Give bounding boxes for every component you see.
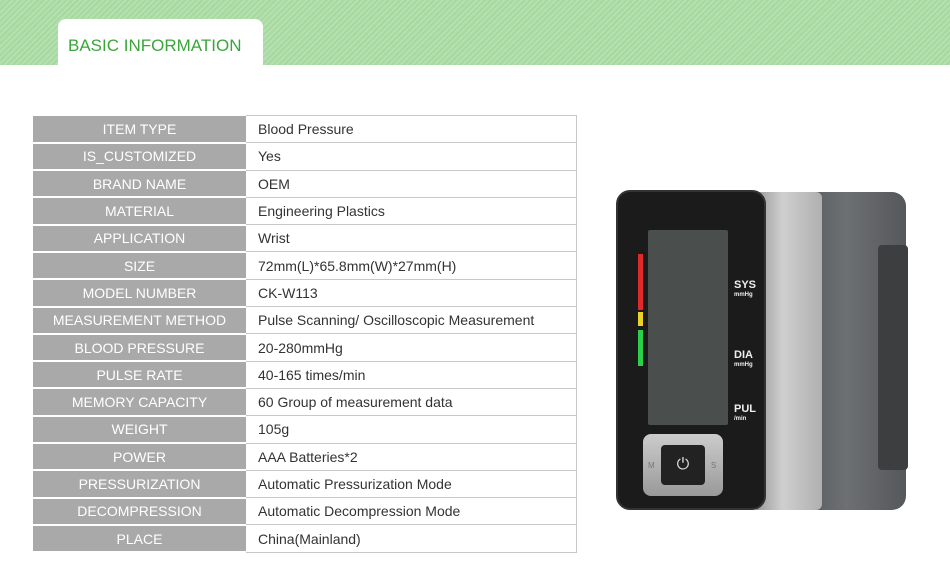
spec-label: IS_CUSTOMIZED [33,142,246,172]
spec-value: 105g [246,415,577,444]
lcd-screen [648,230,728,425]
spec-label: BLOOD PRESSURE [33,333,246,363]
spec-label: MEMORY CAPACITY [33,388,246,417]
green-indicator [638,330,643,366]
s-label: S [711,461,717,470]
spec-row: SIZE 72mm(L)*65.8mm(W)*27mm(H) [33,251,577,281]
spec-value: Engineering Plastics [246,196,577,226]
spec-row: BLOOD PRESSURE 20-280mmHg [33,333,577,363]
spec-label: PULSE RATE [33,361,246,390]
device-face: SYS mmHg DIA mmHg PUL/min M ⏻ S [616,190,766,510]
sys-label: SYS mmHg [734,279,757,299]
spec-value: CK-W113 [246,278,577,308]
spec-value: 40-165 times/min [246,360,577,389]
spec-row: ITEM TYPE Blood Pressure [33,114,577,144]
spec-row: APPLICATION Wrist [33,224,577,253]
spec-label: MATERIAL [33,197,246,226]
spec-value: Pulse Scanning/ Oscilloscopic Measuremen… [246,306,577,335]
spec-value: Automatic Decompression Mode [246,497,577,526]
spec-label: BRAND NAME [33,170,246,199]
cuff-strap [878,245,908,470]
spec-row: MEMORY CAPACITY 60 Group of measurement d… [33,387,577,417]
spec-value: Automatic Pressurization Mode [246,469,577,499]
spec-label: PLACE [33,524,246,554]
pul-label: PUL/min [734,403,756,423]
yellow-indicator [638,312,643,326]
spec-value: Blood Pressure [246,114,577,144]
spec-label: PRESSURIZATION [33,470,246,499]
dia-label: DIA mmHg [734,349,753,369]
spec-table: ITEM TYPE Blood Pressure IS_CUSTOMIZED Yes B… [33,114,577,554]
spec-value: China(Mainland) [246,524,577,553]
spec-value: 60 Group of measurement data [246,387,577,417]
spec-row: BRAND NAME OEM [33,169,577,199]
section-title: BASIC INFORMATION [68,36,242,55]
spec-row: PRESSURIZATION Automatic Pressurization M… [33,469,577,499]
power-icon: ⏻ [676,456,690,473]
spec-row: IS_CUSTOMIZED Yes [33,142,577,172]
spec-value: Yes [246,142,577,171]
spec-label: DECOMPRESSION [33,497,246,526]
spec-value: OEM [246,169,577,198]
spec-row: MEASUREMENT METHOD Pulse Scanning/ Oscill… [33,306,577,335]
spec-row: PLACE China(Mainland) [33,524,577,554]
spec-value: 72mm(L)*65.8mm(W)*27mm(H) [246,251,577,280]
power-button: ⏻ [661,445,705,485]
spec-label: SIZE [33,251,246,281]
spec-row: POWER AAA Batteries*2 [33,442,577,472]
spec-label: APPLICATION [33,224,246,253]
m-label: M [648,461,655,470]
spec-value: AAA Batteries*2 [246,442,577,471]
spec-row: WEIGHT 105g [33,415,577,445]
spec-value: Wrist [246,224,577,253]
spec-label: MEASUREMENT METHOD [33,306,246,335]
spec-row: MATERIAL Engineering Plastics [33,196,577,226]
section-tab: BASIC INFORMATION [58,19,263,69]
spec-label: POWER [33,443,246,472]
spec-row: MODEL NUMBER CK-W113 [33,278,577,308]
spec-label: ITEM TYPE [33,115,246,144]
spec-value: 20-280mmHg [246,333,577,362]
spec-label: MODEL NUMBER [33,279,246,308]
spec-row: PULSE RATE 40-165 times/min [33,360,577,390]
spec-label: WEIGHT [33,415,246,445]
spec-row: DECOMPRESSION Automatic Decompression Mod… [33,497,577,526]
red-indicator [638,254,643,310]
button-frame: M ⏻ S [643,434,723,496]
